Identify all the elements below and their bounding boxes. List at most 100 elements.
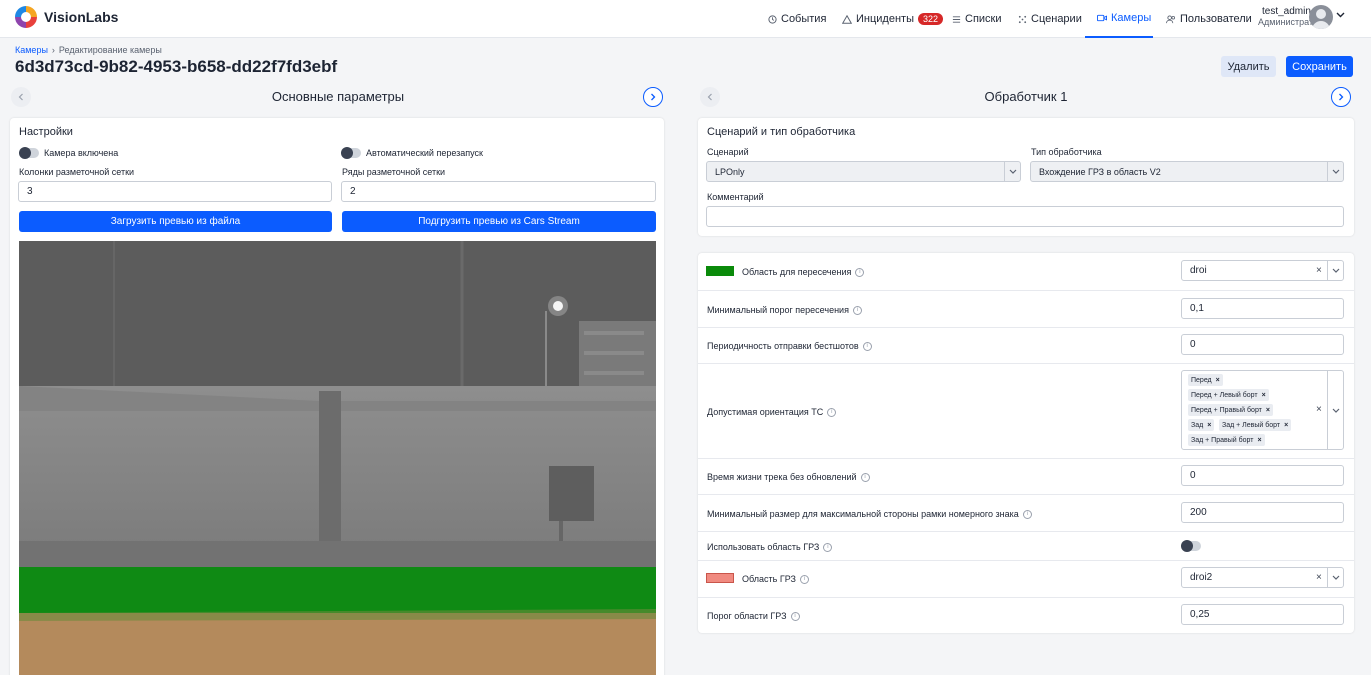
orientation-chip[interactable]: Зад × [1188, 419, 1215, 431]
camera-enabled-label: Камера включена [44, 148, 119, 158]
remove-chip-icon: × [1215, 376, 1220, 384]
intersection-area-color-swatch[interactable] [706, 266, 734, 276]
nav-item-cameras[interactable]: Камеры [1085, 0, 1153, 38]
nav-item-lists[interactable]: Списки [952, 0, 1002, 38]
remove-chip-icon: × [1257, 436, 1262, 444]
top-bar: VisionLabs События Инциденты 322 Списки … [0, 0, 1371, 38]
plate-threshold-label: Порог области ГРЗ i [707, 611, 800, 622]
chevron-down-icon[interactable] [1004, 162, 1020, 181]
remove-chip-icon: × [1207, 421, 1212, 429]
orientation-chip[interactable]: Перед × [1188, 374, 1223, 386]
info-icon: i [823, 543, 833, 553]
chevron-left-icon [707, 93, 712, 101]
remove-chip-icon: × [1284, 421, 1289, 429]
scenario-label: Сценарий [707, 147, 749, 157]
save-button[interactable]: Сохранить [1286, 56, 1353, 77]
chevron-down-icon[interactable] [1327, 568, 1343, 587]
camera-enabled-toggle[interactable] [19, 147, 39, 159]
breadcrumb: Камеры › Редактирование камеры [15, 45, 162, 55]
info-icon: i [799, 575, 809, 585]
scenario-icon [1018, 15, 1027, 24]
breadcrumb-separator: › [51, 45, 55, 55]
next-handler-button[interactable] [1331, 87, 1351, 107]
breadcrumb-current: Редактирование камеры [58, 45, 162, 55]
row-divider [698, 494, 1354, 495]
remove-chip-icon: × [1261, 391, 1266, 399]
info-icon: i [852, 306, 862, 316]
row-divider [698, 597, 1354, 598]
orientation-chip[interactable]: Перед + Правый борт × [1188, 404, 1273, 416]
info-icon: i [1022, 510, 1032, 520]
min-threshold-input[interactable]: 0,1 [1181, 298, 1344, 319]
plate-area-select[interactable]: droi2 × [1181, 567, 1344, 588]
chevron-down-icon[interactable] [1327, 162, 1343, 181]
orientation-label: Допустимая ориентация ТС i [707, 407, 837, 418]
orientation-chip[interactable]: Зад + Правый борт × [1188, 434, 1265, 446]
row-divider [698, 560, 1354, 561]
nav-item-incidents[interactable]: Инциденты 322 [842, 0, 944, 38]
logo-icon [15, 6, 37, 28]
scenario-select[interactable]: LPOnly [706, 161, 1021, 182]
upload-stream-button[interactable]: Подгрузить превью из Cars Stream [342, 211, 656, 232]
bestshot-period-input[interactable]: 0 [1181, 334, 1344, 355]
logo-text: VisionLabs [44, 9, 119, 25]
auto-restart-toggle[interactable] [341, 147, 361, 159]
nav-item-scenarios[interactable]: Сценарии [1018, 0, 1082, 38]
remove-chip-icon: × [1265, 406, 1270, 414]
grid-columns-label: Колонки разметочной сетки [19, 167, 135, 177]
users-icon [1166, 14, 1176, 24]
handler-title: Обработчик 1 [984, 89, 1068, 104]
grid-rows-input[interactable]: 2 [341, 181, 656, 202]
clear-icon[interactable]: × [1316, 265, 1322, 276]
plate-area-color-swatch[interactable] [706, 573, 734, 583]
row-divider [698, 290, 1354, 291]
nav-item-users[interactable]: Пользователи [1166, 0, 1252, 38]
intersection-area-label: Область для пересечения i [742, 267, 865, 278]
logo[interactable]: VisionLabs [15, 6, 118, 28]
avatar[interactable] [1309, 5, 1333, 29]
chevron-left-icon [18, 93, 23, 101]
use-plate-area-toggle[interactable] [1181, 540, 1201, 552]
handler-type-label: Тип обработчика [1031, 147, 1102, 157]
chevron-down-icon[interactable] [1327, 261, 1343, 280]
info-icon: i [862, 342, 872, 352]
info-icon: i [790, 612, 800, 622]
chevron-down-icon[interactable] [1327, 371, 1343, 449]
orientation-chip[interactable]: Зад + Левый борт × [1219, 419, 1292, 431]
auto-restart-label: Автоматический перезапуск [366, 148, 483, 158]
handler-type-select[interactable]: Вхождение ГРЗ в область V2 [1030, 161, 1344, 182]
prev-section-button[interactable] [11, 87, 31, 107]
next-section-button[interactable] [643, 87, 663, 107]
comment-input[interactable] [706, 206, 1344, 227]
info-icon: i [860, 473, 870, 483]
grid-columns-input[interactable]: 3 [18, 181, 332, 202]
chevron-right-icon [1339, 93, 1344, 101]
scenario-card-title: Сценарий и тип обработчика [707, 126, 856, 138]
page-title: 6d3d73cd-9b82-4953-b658-dd22f7fd3ebf [15, 57, 338, 76]
min-plate-size-input[interactable]: 200 [1181, 502, 1344, 523]
intersection-area-select[interactable]: droi × [1181, 260, 1344, 281]
chevron-right-icon [651, 93, 656, 101]
chevron-down-icon[interactable] [1336, 12, 1345, 18]
clear-icon[interactable]: × [1316, 572, 1322, 583]
camera-preview-image[interactable] [19, 241, 656, 675]
delete-button[interactable]: Удалить [1221, 56, 1276, 77]
use-plate-area-label: Использовать область ГРЗ i [707, 542, 833, 553]
bestshot-period-label: Периодичность отправки бестшотов i [707, 341, 872, 352]
nav-item-events[interactable]: События [768, 0, 826, 38]
camera-icon [1097, 14, 1107, 22]
breadcrumb-cameras-link[interactable]: Камеры [15, 45, 48, 55]
min-plate-size-label: Минимальный размер для максимальной стор… [707, 509, 1032, 520]
settings-title: Настройки [19, 126, 73, 138]
orientation-chip[interactable]: Перед + Левый борт × [1188, 389, 1269, 401]
row-divider [698, 363, 1354, 364]
upload-file-button[interactable]: Загрузить превью из файла [19, 211, 332, 232]
warning-icon [842, 14, 852, 24]
min-threshold-label: Минимальный порог пересечения i [707, 305, 862, 316]
plate-threshold-input[interactable]: 0,25 [1181, 604, 1344, 625]
row-divider [698, 458, 1354, 459]
info-icon: i [827, 408, 837, 418]
track-lifetime-input[interactable]: 0 [1181, 465, 1344, 486]
clear-icon[interactable]: × [1316, 404, 1322, 415]
prev-handler-button[interactable] [700, 87, 720, 107]
